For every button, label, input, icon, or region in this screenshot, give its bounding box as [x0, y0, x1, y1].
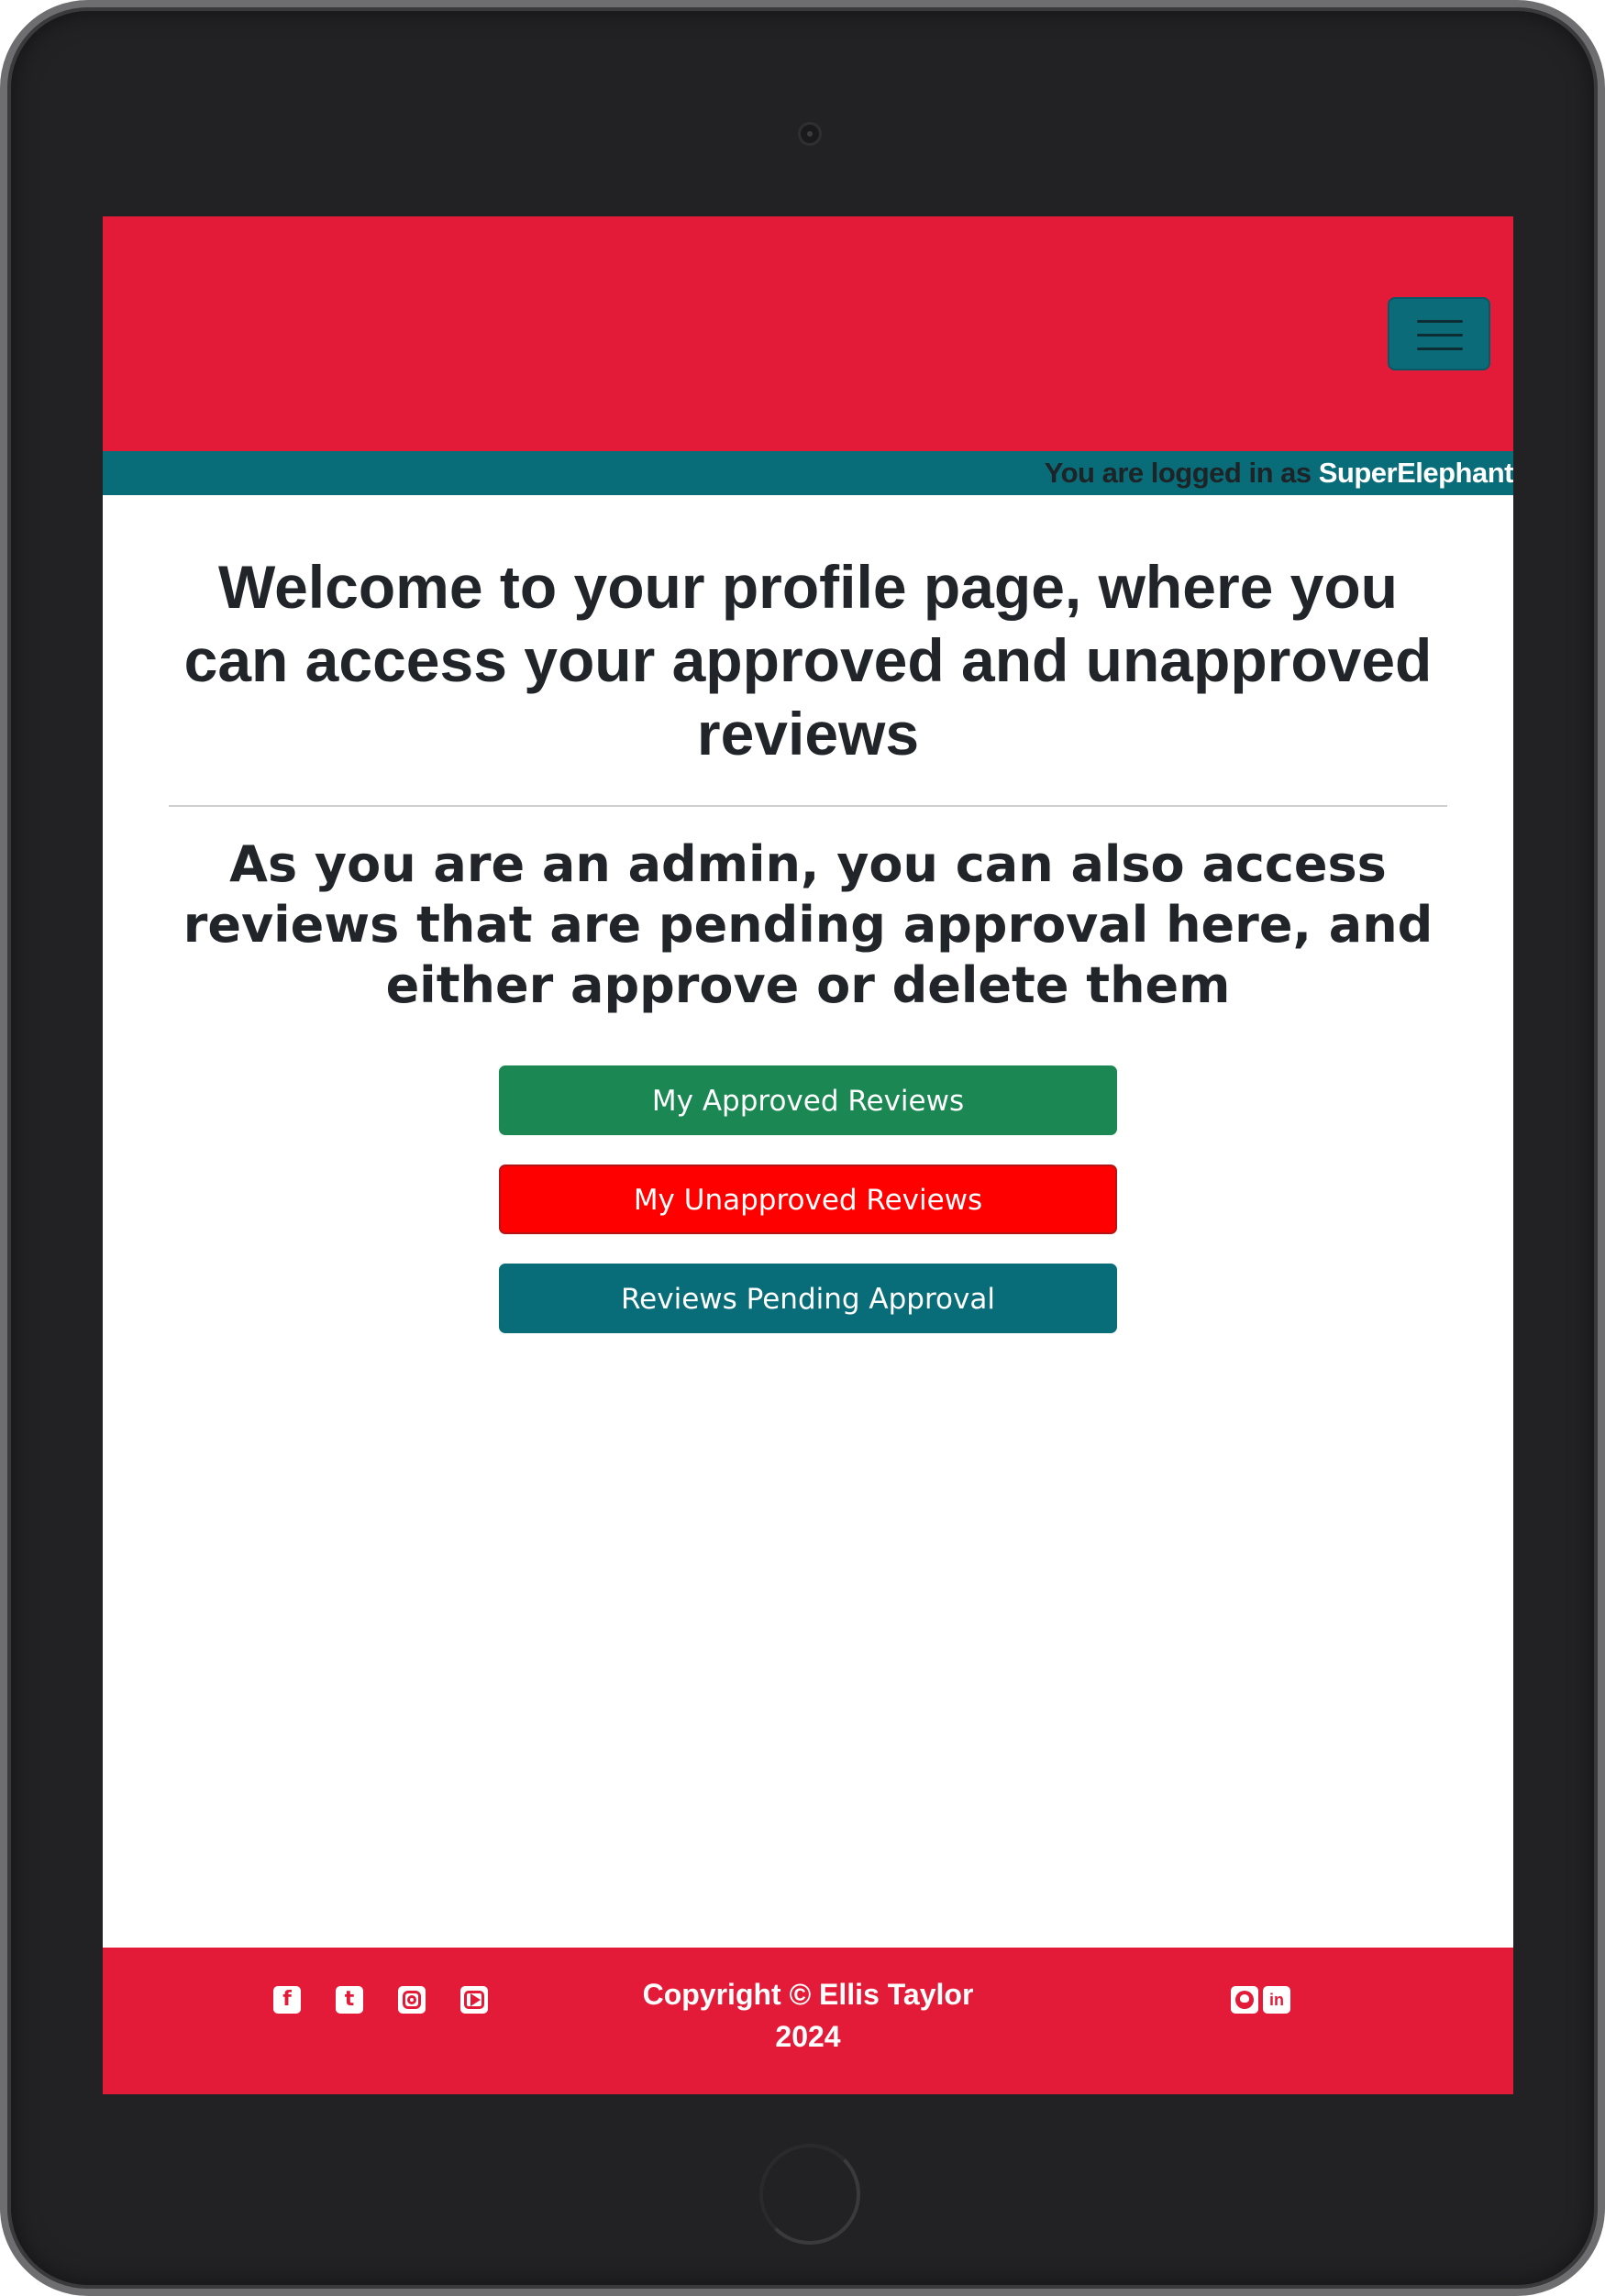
- login-username: SuperElephant: [1318, 457, 1513, 489]
- social-links: f t: [273, 1986, 488, 2015]
- linkedin-icon[interactable]: in: [1263, 1986, 1290, 2014]
- page-title: Welcome to your profile page, where you …: [183, 553, 1433, 767]
- admin-note: As you are an admin, you can also access…: [183, 835, 1433, 1014]
- hamburger-line: [1417, 334, 1463, 337]
- hamburger-line: [1417, 320, 1463, 323]
- tablet-frame: You are logged in as SuperElephant Welco…: [0, 0, 1605, 2296]
- copyright-year: 2024: [775, 2020, 841, 2053]
- hamburger-line: [1417, 348, 1463, 350]
- youtube-icon[interactable]: [460, 1986, 488, 2014]
- footer: f t Copyright © Ellis Taylor 2024 in: [103, 1948, 1513, 2094]
- reviews-pending-approval-button[interactable]: Reviews Pending Approval: [499, 1264, 1117, 1333]
- github-icon[interactable]: [1231, 1986, 1258, 2014]
- camera-icon: [798, 122, 822, 146]
- login-status-prefix: You are logged in as: [1044, 457, 1319, 489]
- screen: You are logged in as SuperElephant Welco…: [103, 216, 1513, 2094]
- my-approved-reviews-button[interactable]: My Approved Reviews: [499, 1065, 1117, 1135]
- divider: [169, 805, 1447, 807]
- home-button[interactable]: [759, 2144, 860, 2245]
- developer-links: in: [1231, 1986, 1290, 2015]
- navbar: [103, 216, 1513, 451]
- facebook-icon[interactable]: f: [273, 1986, 301, 2014]
- menu-toggle-button[interactable]: [1388, 297, 1490, 370]
- my-unapproved-reviews-button[interactable]: My Unapproved Reviews: [499, 1165, 1117, 1234]
- twitter-icon[interactable]: t: [336, 1986, 363, 2014]
- copyright: Copyright © Ellis Taylor 2024: [598, 1973, 1018, 2058]
- login-status-bar: You are logged in as SuperElephant: [103, 451, 1513, 495]
- copyright-line: Copyright © Ellis Taylor: [642, 1978, 974, 2011]
- instagram-icon[interactable]: [398, 1986, 426, 2014]
